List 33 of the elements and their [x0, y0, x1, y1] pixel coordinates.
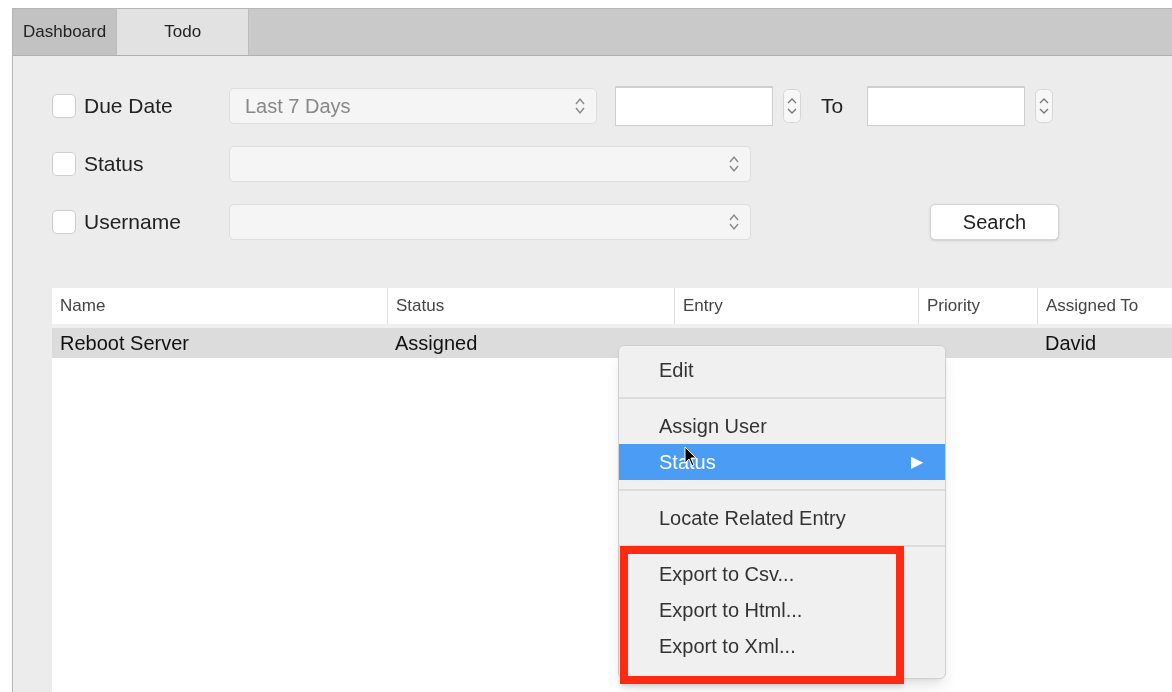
stepper-icon[interactable]: [783, 89, 801, 123]
updown-chevron-icon: [574, 96, 586, 116]
menu-item[interactable]: Export to Xml...: [619, 628, 945, 664]
column-header[interactable]: Status: [396, 293, 445, 319]
column-header[interactable]: Priority: [927, 293, 980, 319]
menu-item[interactable]: Export to Csv...: [619, 556, 945, 592]
dropdown[interactable]: [229, 146, 751, 182]
updown-chevron-icon: [728, 154, 740, 174]
column-header[interactable]: Assigned To: [1046, 293, 1139, 319]
submenu-arrow-icon: ▶: [911, 450, 923, 474]
filter-label: Status: [84, 151, 145, 178]
filter-label: Due Date: [84, 93, 174, 120]
checkbox[interactable]: [52, 94, 76, 118]
stepper-icon[interactable]: [1035, 89, 1054, 123]
filter-label: Username: [84, 209, 182, 236]
updown-chevron-icon: [728, 212, 740, 232]
menu-item[interactable]: Export to Html...: [619, 592, 945, 628]
menu-item[interactable]: Assign User: [619, 408, 945, 444]
date-field[interactable]: [867, 86, 1026, 126]
tab[interactable]: Dashboard: [13, 9, 117, 55]
table-cell: David: [1045, 332, 1097, 354]
column-header[interactable]: Entry: [683, 293, 723, 319]
checkbox[interactable]: [52, 152, 76, 176]
checkbox[interactable]: [52, 210, 76, 234]
menu-item[interactable]: Locate Related Entry: [619, 500, 945, 536]
table-cell: Assigned: [395, 332, 478, 354]
search-button[interactable]: Search: [930, 204, 1059, 240]
to-label: To: [821, 93, 844, 120]
dropdown[interactable]: [229, 204, 751, 240]
table-cell: Reboot Server: [60, 332, 189, 354]
date-field[interactable]: [615, 86, 773, 126]
column-header[interactable]: Name: [60, 293, 106, 319]
tab[interactable]: Todo: [116, 9, 250, 55]
